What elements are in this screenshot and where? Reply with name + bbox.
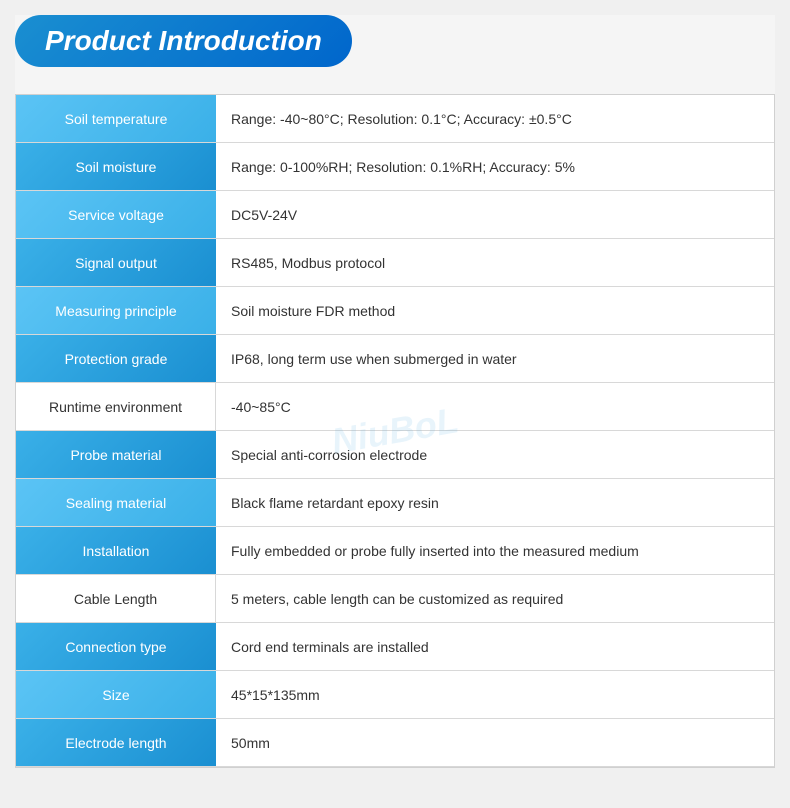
table-row: Measuring principleSoil moisture FDR met… — [16, 287, 774, 335]
table-row: Runtime environment-40~85°C — [16, 383, 774, 431]
spec-label-soil-temperature: Soil temperature — [16, 95, 216, 142]
table-row: InstallationFully embedded or probe full… — [16, 527, 774, 575]
table-row: Soil moistureRange: 0-100%RH; Resolution… — [16, 143, 774, 191]
spec-label-signal-output: Signal output — [16, 239, 216, 286]
spec-value-signal-output: RS485, Modbus protocol — [216, 239, 774, 286]
table-row: Probe materialSpecial anti-corrosion ele… — [16, 431, 774, 479]
specs-table: Soil temperatureRange: -40~80°C; Resolut… — [15, 94, 775, 768]
table-row: Service voltageDC5V-24V — [16, 191, 774, 239]
spec-value-runtime-environment: -40~85°C — [216, 383, 774, 430]
spec-label-connection-type: Connection type — [16, 623, 216, 670]
table-row: Connection typeCord end terminals are in… — [16, 623, 774, 671]
table-row: Cable Length5 meters, cable length can b… — [16, 575, 774, 623]
spec-value-electrode-length: 50mm — [216, 719, 774, 766]
spec-value-measuring-principle: Soil moisture FDR method — [216, 287, 774, 334]
table-row: Protection gradeIP68, long term use when… — [16, 335, 774, 383]
table-row: Electrode length50mm — [16, 719, 774, 767]
spec-value-soil-moisture: Range: 0-100%RH; Resolution: 0.1%RH; Acc… — [216, 143, 774, 190]
spec-value-sealing-material: Black flame retardant epoxy resin — [216, 479, 774, 526]
spec-value-soil-temperature: Range: -40~80°C; Resolution: 0.1°C; Accu… — [216, 95, 774, 142]
spec-value-cable-length: 5 meters, cable length can be customized… — [216, 575, 774, 622]
page-title: Product Introduction — [45, 25, 322, 57]
spec-label-electrode-length: Electrode length — [16, 719, 216, 766]
spec-value-service-voltage: DC5V-24V — [216, 191, 774, 238]
spec-label-cable-length: Cable Length — [16, 575, 216, 622]
spec-label-probe-material: Probe material — [16, 431, 216, 478]
spec-label-measuring-principle: Measuring principle — [16, 287, 216, 334]
spec-value-connection-type: Cord end terminals are installed — [216, 623, 774, 670]
table-row: Soil temperatureRange: -40~80°C; Resolut… — [16, 95, 774, 143]
spec-value-installation: Fully embedded or probe fully inserted i… — [216, 527, 774, 574]
spec-label-size: Size — [16, 671, 216, 718]
spec-label-service-voltage: Service voltage — [16, 191, 216, 238]
spec-value-size: 45*15*135mm — [216, 671, 774, 718]
table-row: Signal outputRS485, Modbus protocol — [16, 239, 774, 287]
spec-label-protection-grade: Protection grade — [16, 335, 216, 382]
title-banner: Product Introduction — [15, 15, 352, 67]
spec-label-soil-moisture: Soil moisture — [16, 143, 216, 190]
spec-label-runtime-environment: Runtime environment — [16, 383, 216, 430]
table-row: Size45*15*135mm — [16, 671, 774, 719]
spec-label-installation: Installation — [16, 527, 216, 574]
spec-value-probe-material: Special anti-corrosion electrode — [216, 431, 774, 478]
table-row: Sealing materialBlack flame retardant ep… — [16, 479, 774, 527]
spec-label-sealing-material: Sealing material — [16, 479, 216, 526]
spec-value-protection-grade: IP68, long term use when submerged in wa… — [216, 335, 774, 382]
